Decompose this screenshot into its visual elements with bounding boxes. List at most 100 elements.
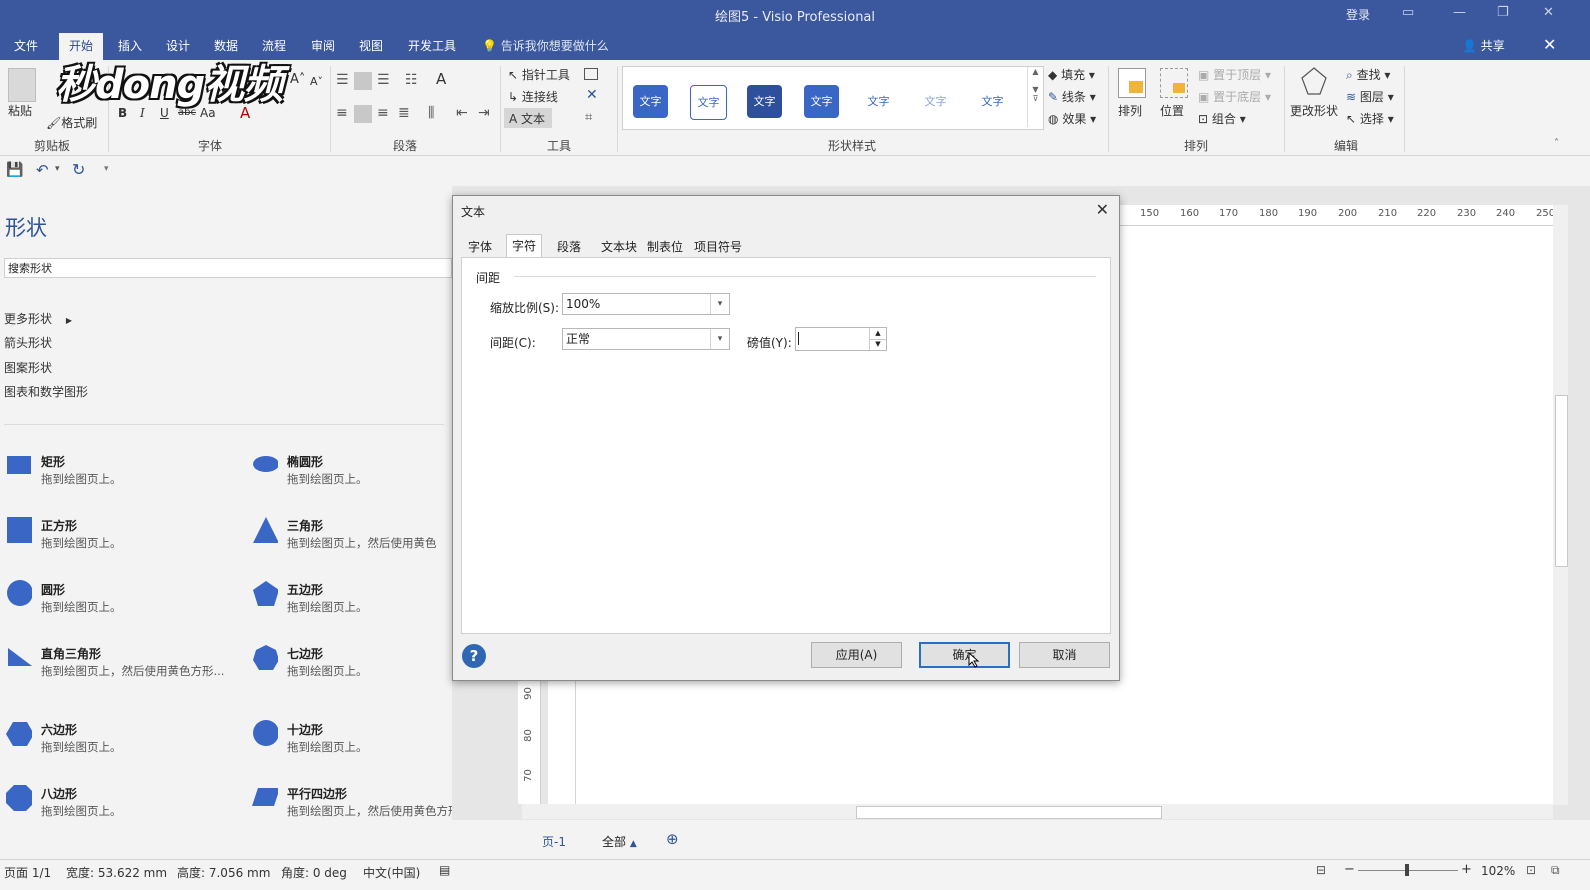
zoom-slider-thumb[interactable] xyxy=(1405,864,1409,876)
align-top-icon[interactable]: ☰ xyxy=(336,72,349,88)
all-pages-button[interactable]: 全部 ▲ xyxy=(602,833,637,850)
stencil-arrow-shapes[interactable]: 箭头形状 xyxy=(4,334,52,351)
page-tab-1[interactable]: 页-1 xyxy=(542,833,566,850)
tab-font[interactable]: 字体 xyxy=(463,236,497,258)
position-button-label[interactable]: 位置 xyxy=(1160,102,1184,119)
spacing-select[interactable]: 正常 ▾ xyxy=(562,328,730,350)
group-button[interactable]: ⊡ 组合 ▾ xyxy=(1198,110,1246,127)
spin-down-icon[interactable]: ▼ xyxy=(869,339,886,350)
tell-me-box[interactable]: 💡 告诉我你想要做什么 xyxy=(482,37,609,54)
stencil-pattern-shapes[interactable]: 图案形状 xyxy=(4,359,52,376)
macro-record-icon[interactable]: ▤ xyxy=(439,863,450,877)
close-icon[interactable]: ✕ xyxy=(1096,200,1109,219)
stencil-chart-math-shapes[interactable]: 图表和数学图形 xyxy=(4,383,88,400)
ribbon-display-icon[interactable]: ▭ xyxy=(1402,5,1414,20)
crop-icon[interactable]: ⌗ xyxy=(585,110,592,125)
tab-file[interactable]: 文件 xyxy=(14,37,38,54)
apply-button[interactable]: 应用(A) xyxy=(811,642,902,668)
scale-select[interactable]: 100% ▾ xyxy=(562,293,730,315)
shrink-font-icon[interactable]: A˅ xyxy=(310,75,323,88)
vertical-scrollbar[interactable] xyxy=(1553,205,1568,805)
zoom-in-icon[interactable]: + xyxy=(1461,862,1472,877)
select-button[interactable]: ↖ 选择 ▾ xyxy=(1346,110,1394,127)
shape-item-heptagon[interactable]: 七边形 拖到绘图页上。 xyxy=(246,640,466,680)
more-shapes-link[interactable]: 更多形状 ▶ xyxy=(4,310,72,327)
ok-button[interactable]: 确定 xyxy=(919,642,1010,668)
gallery-scroll-icon[interactable]: ▲ ▼ ⊽ xyxy=(1027,67,1043,127)
undo-dropdown-icon[interactable]: ▾ xyxy=(55,164,60,174)
decrease-indent-icon[interactable]: ⇤ xyxy=(456,105,468,121)
style-swatch-2[interactable]: 文字 xyxy=(690,85,727,120)
connector-button[interactable]: ↳ 连接线 xyxy=(508,88,558,105)
paste-label[interactable]: 粘贴 xyxy=(8,102,32,119)
redo-icon[interactable]: ↻ xyxy=(72,160,85,179)
search-shapes-input[interactable]: 搜索形状 xyxy=(4,258,452,278)
align-middle-icon[interactable] xyxy=(354,72,372,90)
help-button[interactable]: ? xyxy=(462,644,486,668)
change-shape-label[interactable]: 更改形状 xyxy=(1290,102,1338,119)
shape-item-circle[interactable]: 圆形 拖到绘图页上。 xyxy=(0,576,220,616)
justify-icon[interactable]: ≣ xyxy=(398,105,410,121)
style-swatch-3[interactable]: 文字 xyxy=(747,85,782,118)
drawing-page-lower[interactable] xyxy=(548,678,1558,804)
shape-item-ellipse[interactable]: 椭圆形 拖到绘图页上。 xyxy=(246,448,466,488)
grow-font-icon[interactable]: A˄ xyxy=(290,72,305,87)
maximize-icon[interactable]: ❐ xyxy=(1497,5,1509,20)
rectangle-tool-icon[interactable] xyxy=(584,68,598,80)
add-page-icon[interactable]: ⊕ xyxy=(666,830,679,848)
line-button[interactable]: ✎ 线条 ▾ xyxy=(1048,88,1096,105)
fit-page-icon[interactable]: ⊡ xyxy=(1526,863,1536,877)
style-swatch-4[interactable]: 文字 xyxy=(804,85,839,118)
save-icon[interactable]: 💾 xyxy=(6,162,23,178)
status-page[interactable]: 页面 1/1 xyxy=(4,864,51,881)
login-link[interactable]: 登录 xyxy=(1346,6,1370,23)
shape-item-right-triangle[interactable]: 直角三角形 拖到绘图页上，然后使用黄色方形... xyxy=(0,640,224,680)
fill-button[interactable]: ◆ 填充 ▾ xyxy=(1048,66,1095,83)
pounds-spinner[interactable]: ▲ ▼ xyxy=(795,327,887,351)
minimize-icon[interactable]: — xyxy=(1453,5,1466,20)
tab-view[interactable]: 视图 xyxy=(359,37,383,54)
shape-item-parallelogram[interactable]: 平行四边形 拖到绘图页上，然后使用黄色方形... xyxy=(246,780,470,820)
tab-tabs[interactable]: 制表位 xyxy=(642,236,688,258)
align-bottom-icon[interactable]: ☰ xyxy=(377,72,390,88)
vertical-scroll-thumb[interactable] xyxy=(1555,395,1568,567)
format-painter-button[interactable]: 🖌格式刷 xyxy=(46,114,97,131)
text-direction-icon[interactable]: A xyxy=(436,70,446,88)
align-left-icon[interactable]: ≡ xyxy=(336,105,348,121)
shape-item-octagon[interactable]: 八边形 拖到绘图页上。 xyxy=(0,780,220,820)
cancel-button[interactable]: 取消 xyxy=(1019,642,1110,668)
close-ribbon-icon[interactable]: ✕ xyxy=(1543,35,1556,54)
tab-character[interactable]: 字符 xyxy=(506,234,543,259)
shape-item-decagon[interactable]: 十边形 拖到绘图页上。 xyxy=(246,716,466,756)
increase-indent-icon[interactable]: ⇥ xyxy=(478,105,490,121)
customize-qat-icon[interactable]: ▾ xyxy=(104,164,109,174)
shape-item-rectangle[interactable]: 矩形 拖到绘图页上。 xyxy=(0,448,220,488)
text-tool-button[interactable]: A 文本 xyxy=(504,108,552,128)
delete-connector-icon[interactable]: ✕ xyxy=(586,87,598,103)
pointer-tool-button[interactable]: ↖ 指针工具 xyxy=(508,66,570,83)
status-language[interactable]: 中文(中国) xyxy=(363,864,420,881)
shape-item-hexagon[interactable]: 六边形 拖到绘图页上。 xyxy=(0,716,220,756)
tab-review[interactable]: 审阅 xyxy=(311,37,335,54)
effect-button[interactable]: ◍ 效果 ▾ xyxy=(1048,110,1096,127)
collapse-ribbon-icon[interactable]: ˄ xyxy=(1554,138,1559,149)
style-swatch-7[interactable]: 文字 xyxy=(975,85,1010,118)
shape-item-triangle[interactable]: 三角形 拖到绘图页上，然后使用黄色 xyxy=(246,512,466,552)
tab-paragraph[interactable]: 段落 xyxy=(552,236,586,258)
align-right-icon[interactable]: ≡ xyxy=(377,105,389,121)
paste-icon[interactable] xyxy=(8,68,36,102)
position-icon[interactable] xyxy=(1160,68,1188,98)
zoom-out-icon[interactable]: − xyxy=(1344,862,1355,877)
align-center-icon[interactable] xyxy=(354,105,372,123)
zoom-level[interactable]: 102% xyxy=(1481,864,1515,878)
tab-bullets[interactable]: 项目符号 xyxy=(689,236,747,258)
share-button[interactable]: 👤 共享 xyxy=(1462,37,1505,54)
change-shape-icon[interactable] xyxy=(1300,66,1328,96)
layers-button[interactable]: ≋ 图层 ▾ xyxy=(1346,88,1394,105)
presentation-mode-icon[interactable]: ⊟ xyxy=(1316,863,1326,877)
undo-icon[interactable]: ↶ xyxy=(36,161,49,179)
style-swatch-5[interactable]: 文字 xyxy=(861,85,896,118)
arrange-icon[interactable] xyxy=(1118,68,1146,98)
horizontal-scrollbar[interactable] xyxy=(522,804,1553,819)
style-swatch-6[interactable]: 文字 xyxy=(918,85,953,118)
